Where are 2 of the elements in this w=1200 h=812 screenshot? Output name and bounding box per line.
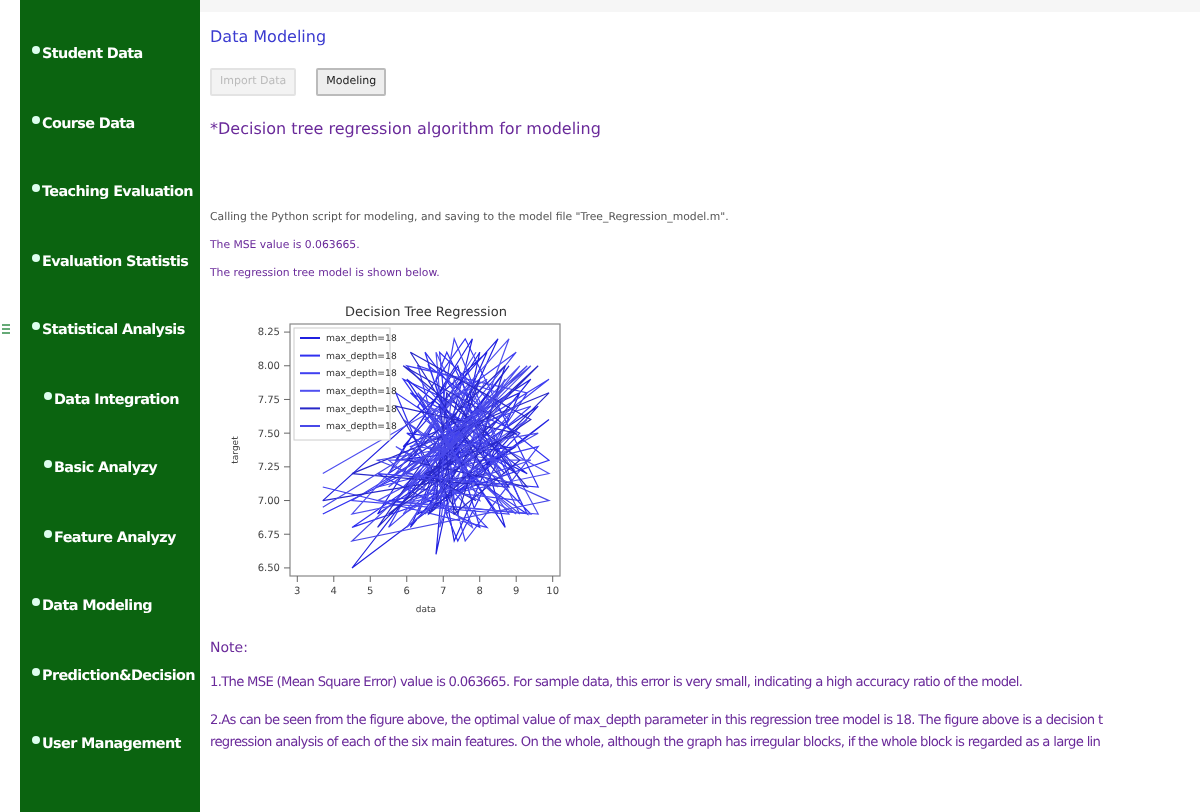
- section-heading: *Decision tree regression algorithm for modeling: [210, 120, 603, 138]
- page-title: Data Modeling: [210, 28, 329, 46]
